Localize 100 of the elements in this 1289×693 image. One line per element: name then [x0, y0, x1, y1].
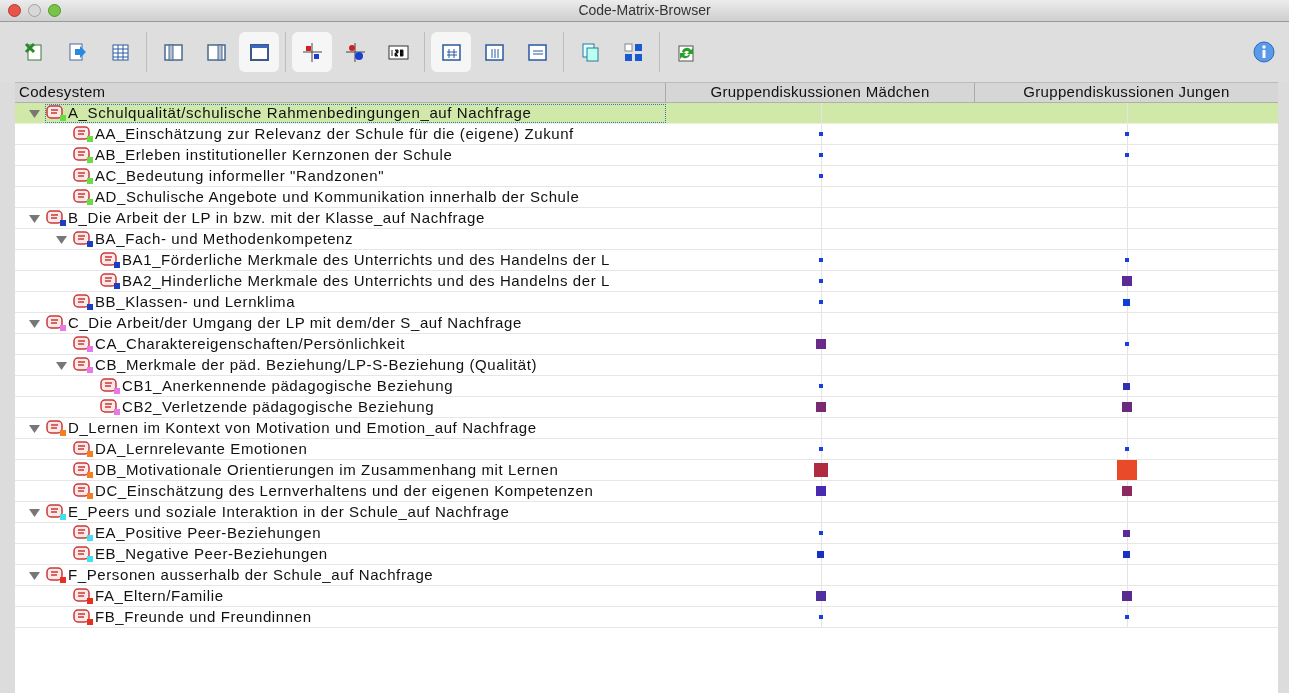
code-row[interactable]: EA_Positive Peer-Beziehungen [15, 523, 1278, 544]
expand-toggle[interactable] [28, 506, 40, 518]
matrix-square[interactable] [1121, 402, 1132, 412]
rows-icon [526, 41, 548, 63]
code-label: AB_Erleben institutioneller Kernzonen der Schule [95, 144, 453, 165]
matrix-square[interactable] [815, 486, 826, 496]
matrix-square[interactable] [818, 615, 823, 619]
matrix-square[interactable] [1124, 258, 1129, 262]
code-row[interactable]: BA2_Hinderliche Merkmale des Unterrichts und des Handelns der L [15, 271, 1278, 292]
matrix-square[interactable] [1123, 550, 1130, 558]
matrix-square[interactable] [1123, 298, 1130, 306]
matrix-square[interactable] [1121, 486, 1132, 496]
code-tag-icon [73, 525, 90, 539]
code-tag-icon [73, 441, 90, 455]
matrix-square[interactable] [815, 339, 826, 349]
code-row[interactable]: AD_Schulische Angebote und Kommunikation innerhalb der Schule [15, 187, 1278, 208]
code-row[interactable]: DA_Lernrelevante Emotionen [15, 439, 1278, 460]
code-row[interactable]: F_Personen ausserhalb der Schule_auf Nachfrage [15, 565, 1278, 586]
code-label: C_Die Arbeit/der Umgang der LP mit dem/der S_auf Nachfrage [68, 312, 522, 333]
code-row[interactable]: D_Lernen im Kontext von Motivation und Emotion_auf Nachfrage [15, 418, 1278, 439]
matrix-square[interactable] [1124, 447, 1129, 451]
code-row[interactable]: AC_Bedeutung informeller "Randzonen" [15, 166, 1278, 187]
code-label: F_Personen ausserhalb der Schule_auf Nachfrage [68, 564, 434, 585]
expand-toggle[interactable] [28, 422, 40, 434]
code-row[interactable]: C_Die Arbeit/der Umgang der LP mit dem/der S_auf Nachfrage [15, 313, 1278, 334]
code-label: B_Die Arbeit der LP in bzw. mit der Klasse_auf Nachfrage [68, 207, 485, 228]
toolbar-button[interactable] [431, 32, 471, 72]
matrix-square[interactable] [815, 591, 826, 601]
code-row[interactable]: CB1_Anerkennende pädagogische Beziehung [15, 376, 1278, 397]
code-tag-icon [73, 147, 90, 161]
matrix-square[interactable] [1124, 342, 1129, 346]
code-label: EA_Positive Peer-Beziehungen [95, 522, 322, 543]
code-row[interactable]: AA_Einschätzung zur Relevanz der Schule für die (eigene) Zukunf [15, 124, 1278, 145]
matrix-square[interactable] [1124, 132, 1129, 136]
code-row[interactable]: EB_Negative Peer-Beziehungen [15, 544, 1278, 565]
code-row[interactable]: CB2_Verletzende pädagogische Beziehung [15, 397, 1278, 418]
matrix-square[interactable] [1123, 382, 1130, 390]
copy-icon [579, 41, 601, 63]
matrix-square[interactable] [1121, 276, 1132, 286]
code-row[interactable]: DB_Motivationale Orientierungen im Zusammenhang mit Lernen [15, 460, 1278, 481]
matrix-square[interactable] [818, 300, 823, 304]
code-tag-icon [73, 546, 90, 560]
matrix-square[interactable] [818, 531, 823, 535]
column-header[interactable]: Gruppendiskussionen Jungen [975, 83, 1278, 102]
code-row[interactable]: BB_Klassen- und Lernklima [15, 292, 1278, 313]
code-row[interactable]: BA_Fach- und Methodenkompetenz [15, 229, 1278, 250]
matrix-square[interactable] [818, 258, 823, 262]
code-label: E_Peers und soziale Interaktion in der Schule_auf Nachfrage [68, 501, 510, 522]
toolbar-button[interactable] [239, 32, 279, 72]
code-row[interactable]: B_Die Arbeit der LP in bzw. mit der Klasse_auf Nachfrage [15, 208, 1278, 229]
code-tag-icon [73, 168, 90, 182]
matrix-square[interactable] [813, 463, 828, 477]
code-label: AC_Bedeutung informeller "Randzonen" [95, 165, 385, 186]
close-button[interactable] [8, 4, 21, 17]
toolbar-button[interactable] [292, 32, 332, 72]
matrix-square[interactable] [818, 132, 823, 136]
matrix-square[interactable] [818, 153, 823, 157]
matrix-square[interactable] [818, 384, 823, 388]
code-row[interactable]: CB_Merkmale der päd. Beziehung/LP-S-Beziehung (Qualität) [15, 355, 1278, 376]
code-label: DA_Lernrelevante Emotionen [95, 438, 308, 459]
grid-squares-icon [301, 41, 323, 63]
code-tag-icon [73, 483, 90, 497]
code-row[interactable]: AB_Erleben institutioneller Kernzonen der Schule [15, 145, 1278, 166]
zoom-button[interactable] [48, 4, 61, 17]
matrix-square[interactable] [1124, 615, 1129, 619]
code-tag-icon [73, 294, 90, 308]
code-row[interactable]: FA_Eltern/Familie [15, 586, 1278, 607]
code-label: BA1_Förderliche Merkmale des Unterrichts und des Handelns der L [122, 249, 611, 270]
column-header[interactable]: Codesystem [15, 83, 666, 102]
matrix-square[interactable] [818, 174, 823, 178]
matrix-square[interactable] [817, 550, 824, 558]
columns-icon [483, 41, 505, 63]
matrix-square[interactable] [818, 447, 823, 451]
column-right-icon [205, 41, 227, 63]
code-tag-icon [46, 420, 63, 434]
code-row[interactable]: A_Schulqualität/schulische Rahmenbedingungen_auf Nachfrage [15, 103, 1278, 124]
code-tag-icon [73, 336, 90, 350]
info-icon[interactable] [1253, 41, 1275, 63]
matrix-square[interactable] [818, 279, 823, 283]
expand-toggle[interactable] [55, 359, 67, 371]
expand-toggle[interactable] [28, 107, 40, 119]
code-row[interactable]: E_Peers und soziale Interaktion in der Schule_auf Nachfrage [15, 502, 1278, 523]
code-label: BA2_Hinderliche Merkmale des Unterrichts und des Handelns der L [122, 270, 611, 291]
matrix-square[interactable] [1124, 153, 1129, 157]
column-header[interactable]: Gruppendiskussionen Mädchen [666, 83, 975, 102]
expand-toggle[interactable] [28, 212, 40, 224]
matrix-square[interactable] [1123, 529, 1130, 537]
code-label: DB_Motivationale Orientierungen im Zusammenhang mit Lernen [95, 459, 559, 480]
matrix-square[interactable] [1121, 591, 1132, 601]
grid-dots-icon [344, 41, 366, 63]
expand-toggle[interactable] [55, 233, 67, 245]
code-row[interactable]: DC_Einschätzung des Lernverhaltens und der eigenen Kompetenzen [15, 481, 1278, 502]
expand-toggle[interactable] [28, 317, 40, 329]
matrix-square[interactable] [815, 402, 826, 412]
expand-toggle[interactable] [28, 569, 40, 581]
code-label: CB2_Verletzende pädagogische Beziehung [122, 396, 435, 417]
code-row[interactable]: CA_Charaktereigenschaften/Persönlichkeit [15, 334, 1278, 355]
code-tag-icon [100, 273, 117, 287]
code-row[interactable]: FB_Freunde und Freundinnen [15, 607, 1278, 628]
code-row[interactable]: BA1_Förderliche Merkmale des Unterrichts und des Handelns der L [15, 250, 1278, 271]
